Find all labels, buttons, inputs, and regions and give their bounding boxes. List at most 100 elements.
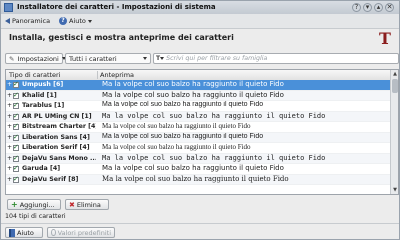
check-icon: ✓ (13, 143, 19, 151)
expand-icon[interactable]: + (7, 176, 12, 183)
enable-checkbox[interactable]: ✓ (13, 164, 19, 172)
font-preview-text: Ma la volpe col suo balzo ha raggiunto i… (102, 90, 284, 99)
enable-checkbox[interactable]: ✓ (13, 153, 19, 162)
table-row[interactable]: + ✓ Garuda [4] Ma la volpe col suo balzo ha… (6, 164, 390, 175)
column-separator (97, 71, 98, 79)
check-icon: ✓ (13, 111, 19, 120)
help-button-label: Aiuto (17, 228, 34, 237)
scroll-down-icon[interactable]: ▼ (391, 186, 398, 194)
enable-checkbox[interactable]: ✓ (13, 101, 19, 109)
settings-menu-button[interactable]: ✎ Impostazioni (5, 53, 66, 64)
check-icon: ✓ (13, 122, 19, 130)
delete-font-button[interactable]: ✖ Elimina (65, 199, 109, 210)
table-row[interactable]: + ✓ DejaVu Serif [8] Ma la volpe col suo ba… (6, 174, 390, 185)
table-row[interactable] (6, 185, 390, 194)
enable-checkbox[interactable]: ✓ (13, 143, 19, 151)
enable-checkbox[interactable]: ✓ (13, 122, 19, 130)
expand-icon[interactable]: + (7, 134, 12, 141)
scroll-up-icon[interactable]: ▲ (391, 70, 398, 78)
table-row[interactable]: + ✓ Bitstream Charter [4] Ma la volpe col s… (6, 122, 390, 133)
help-book-icon (9, 228, 15, 237)
enable-checkbox[interactable]: ✓ (13, 111, 19, 120)
close-button[interactable]: ✕ (385, 3, 394, 12)
table-row[interactable]: + ✓ Umpush [6] Ma la volpe col suo balzo ha… (6, 80, 390, 91)
vertical-scrollbar[interactable]: ▲ ▼ (390, 70, 398, 194)
add-font-button[interactable]: + Aggiungi... (7, 199, 61, 210)
expand-icon[interactable]: + (7, 113, 12, 120)
minimize-button[interactable]: ▾ (363, 3, 372, 12)
font-family-name: Tarablus [1] (22, 102, 65, 109)
help-menu-button[interactable]: ? Aiuto (59, 16, 92, 26)
fonts-table[interactable]: Tipo di caratteri Anteprima + ✓ Umpush [6]… (5, 69, 399, 195)
plus-icon: + (11, 199, 18, 209)
enable-checkbox[interactable]: ✓ (13, 90, 19, 99)
enable-checkbox[interactable]: ✓ (13, 175, 19, 183)
font-filter-select[interactable]: Tutti i caratteri (65, 53, 151, 64)
table-row[interactable]: + ✓ Liberation Sans [4] Ma la volpe col suo… (6, 132, 390, 143)
check-icon: ✓ (13, 164, 19, 172)
add-font-label: Aggiungi... (19, 200, 55, 209)
font-family-name: Khalid [1] (22, 91, 57, 99)
font-family-name: Liberation Serif [4] (22, 144, 90, 151)
check-icon: ✓ (13, 80, 19, 88)
table-body: + ✓ Umpush [6] Ma la volpe col suo balzo ha… (6, 80, 390, 194)
column-header-preview[interactable]: Anteprima (100, 71, 134, 79)
font-preview-text: Ma la volpe col suo balzo ha raggiunto i… (102, 101, 264, 108)
defaults-button[interactable]: Valori predefiniti (47, 227, 115, 238)
font-preview-text: Ma la volpe col suo balzo ha raggiunto i… (102, 111, 326, 120)
check-icon: ✓ (13, 132, 19, 141)
help-icon: ? (59, 17, 67, 25)
page-header: Installa, gestisci e mostra anteprime de… (1, 29, 399, 49)
font-preview-text: Ma la volpe col suo balzo ha raggiunto i… (102, 174, 289, 183)
font-count-status: 104 tipi di caratteri (5, 213, 66, 220)
font-preview-text: Ma la volpe col suo balzo ha raggiunto i… (102, 122, 251, 130)
expand-icon[interactable]: + (7, 92, 12, 99)
chevron-down-icon (143, 57, 147, 60)
font-family-name: Umpush [6] (22, 81, 64, 88)
app-icon (4, 3, 13, 12)
window: Installatore dei caratteri - Impostazion… (0, 0, 400, 240)
font-family-name: Garuda [4] (22, 165, 61, 172)
expand-icon[interactable]: + (7, 102, 12, 109)
font-preview-text: Ma la volpe col suo balzo ha raggiunto i… (102, 132, 264, 140)
maximize-button[interactable]: ▴ (374, 3, 383, 12)
wrench-icon: ✎ (9, 54, 15, 63)
table-row[interactable]: + ✓ Khalid [1] Ma la volpe col suo balzo ha… (6, 90, 390, 101)
help-window-button[interactable]: ? (352, 3, 361, 12)
filter-type-icon[interactable]: T (156, 55, 165, 62)
column-header-font-type[interactable]: Tipo di caratteri (9, 71, 61, 79)
expand-icon[interactable]: + (7, 155, 12, 162)
overview-button[interactable]: Panoramica (5, 16, 50, 26)
help-button[interactable]: Aiuto (5, 227, 43, 238)
reset-icon (51, 229, 56, 236)
font-preview-text: Ma la volpe col suo balzo ha raggiunto i… (102, 143, 251, 151)
window-title: Installatore dei caratteri - Impostazion… (17, 3, 216, 11)
table-row[interactable]: + ✓ DejaVu Sans Mono ... Ma la volpe col su… (6, 153, 390, 164)
search-field[interactable]: T (153, 53, 399, 64)
table-row[interactable]: + ✓ Liberation Serif [4] Ma la volpe col su… (6, 143, 390, 154)
font-preview-text: Ma la volpe col suo balzo ha raggiunto i… (102, 153, 326, 162)
chevron-down-icon (87, 19, 92, 23)
overview-label: Panoramica (12, 17, 51, 25)
check-icon: ✓ (13, 90, 19, 99)
expand-icon[interactable]: + (7, 123, 12, 130)
table-row[interactable]: + ✓ Tarablus [1] Ma la volpe col suo balzo … (6, 101, 390, 112)
check-icon: ✓ (13, 101, 19, 109)
expand-icon[interactable]: + (7, 81, 12, 88)
scroll-thumb[interactable] (392, 79, 398, 93)
table-row[interactable]: + ✓ AR PL UMing CN [1] Ma la volpe col suo … (6, 111, 390, 122)
back-arrow-icon (5, 18, 10, 24)
search-input[interactable] (166, 55, 387, 62)
delete-icon: ✖ (69, 200, 75, 209)
help-menu-label: Aiuto (69, 17, 86, 25)
font-family-name: Liberation Sans [4] (22, 133, 90, 141)
defaults-button-label: Valori predefiniti (57, 228, 111, 237)
enable-checkbox[interactable]: ✓ (13, 80, 19, 88)
expand-icon[interactable]: + (7, 144, 12, 151)
enable-checkbox[interactable]: ✓ (13, 132, 19, 141)
font-preview-text: Ma la volpe col suo balzo ha raggiunto i… (102, 164, 284, 172)
font-family-name: DejaVu Sans Mono ... (22, 154, 96, 162)
font-family-name: DejaVu Serif [8] (22, 175, 79, 183)
expand-icon[interactable]: + (7, 165, 12, 172)
check-icon: ✓ (13, 153, 19, 162)
